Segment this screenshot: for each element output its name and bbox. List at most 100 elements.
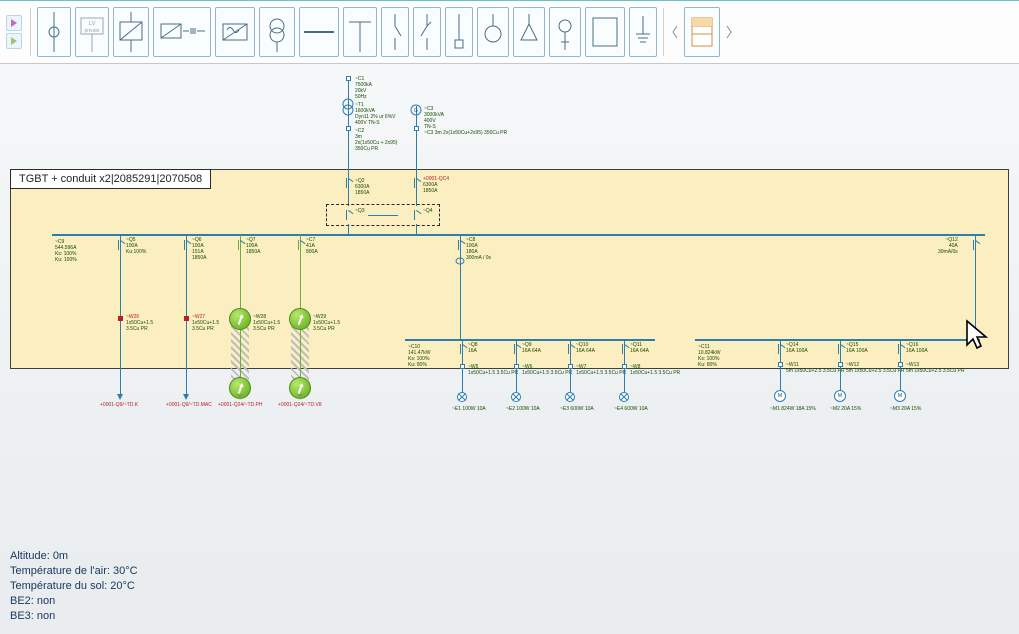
status-altitude: Altitude: 0m [10,549,138,564]
c9r-text: ~Q12 40A 30mA/0s [938,237,958,255]
rk2m: ~M3 20A 15% [890,406,921,412]
palette-toolbar: LVprivate [0,0,1019,64]
wire [348,168,349,206]
lamp-icon [457,392,467,402]
pal-panel[interactable] [684,7,720,57]
wire [460,235,461,339]
svg-text:G: G [414,108,418,114]
status-be3: BE3: non [10,609,138,624]
pal-switch-open[interactable] [381,7,409,57]
pal-bus-h[interactable] [299,7,339,57]
rk0c: ~W11 5m 1x50Cu+2.5 3.5Cu PR [786,362,845,374]
motor-icon: M [894,390,906,402]
q3-text: ~Q3 [355,208,365,214]
arrow-down-icon [117,394,123,400]
breaker-icon [898,344,904,354]
scroll-left-icon[interactable] [670,12,680,52]
status-panel: Altitude: 0m Température de l'air: 30°C … [10,549,138,624]
diagram-canvas[interactable]: ~C1 7500kA 20kV 50Hz ~T1 1600kVA Dyn11 2… [0,64,1019,634]
pin-icon[interactable] [229,308,251,330]
breaker-icon [622,344,628,354]
breaker-icon [778,344,784,354]
pin-icon[interactable] [289,308,311,330]
breaker-icon [184,240,190,250]
w26-text: 1x50Cu+1.5 3.5Cu PR [126,320,153,332]
pal-star[interactable] [549,7,581,57]
rcd-icon [455,256,465,266]
cable-node [118,316,123,321]
pal-src-node[interactable] [37,7,71,57]
busbar-right [395,234,985,236]
pal-bus-drop[interactable] [343,7,377,57]
rk1c: ~W12 5m 1x50Cu+2.5 3.5Cu PR [846,362,905,374]
pal-tx1[interactable] [113,7,149,57]
q2-text: ~Q2 6300A 1850A [355,178,369,196]
source-symbol [346,76,351,81]
nav-buttons [6,15,22,49]
breaker-icon [838,344,844,354]
dest3: +0001-Q24/~TD.V8 [278,402,322,408]
app-root: LVprivate ~C1 7500kA 20kV 50Hz ~T1 1600k… [0,0,1019,634]
c7-text: ~C7 41A 800A [306,237,318,255]
dest2: +0001-Q24/~TD.PH [218,402,262,408]
gen-icon: G [410,104,422,116]
cable-node [184,316,189,321]
node [778,362,783,367]
pal-switch-closed[interactable] [413,7,441,57]
ck3c: ~W8 1x50Cu+1.5 3.5Cu PR [630,364,680,376]
breaker-icon [460,344,466,354]
separator [30,8,31,56]
pal-tx2w[interactable] [215,7,255,57]
q5-text: ~Q5 100A Ku:100% [126,237,146,255]
arrow-down-icon [297,394,303,400]
scroll-right-icon[interactable] [724,12,734,52]
node [460,364,465,369]
breaker-icon [514,344,520,354]
breaker-icon [346,178,352,188]
node [898,362,903,367]
nav-play-button[interactable] [6,15,22,31]
pal-lv-source[interactable]: LVprivate [75,7,109,57]
c8-text: ~C8 100A 180A 300mA / 0s [466,237,491,261]
node-icon [414,126,419,131]
node [514,364,519,369]
wire [975,235,976,339]
ck3l: ~E4 600W 10A [614,406,648,412]
dest1: +0001-Q9/~TD.MAC [166,402,212,408]
wire [416,168,417,206]
pal-tx-busbar[interactable] [153,7,211,57]
node-icon [346,126,351,131]
ck0l: ~E1 100W 10A [452,406,486,412]
breaker-icon [458,240,464,250]
node [622,364,627,369]
ck2q: ~Q10 16A 64A [576,342,595,354]
motor-icon: M [774,390,786,402]
w29-text: ~W29 1x50Cu+1.5 3.5Cu PR [313,314,340,332]
pal-load[interactable] [477,7,509,57]
pal-tx-circles[interactable] [259,7,295,57]
busL-text: ~C9 544.596A Ks: 100% Ku: 100% [55,239,77,263]
svg-text:private: private [84,28,99,34]
src-c3b-text: ~C3 3m 2x(1x50Cu+2x95) 350Cu PR [424,130,507,136]
ck3q: ~Q11 16A 64A [630,342,649,354]
rk1m: ~M2 20A 15% [830,406,861,412]
wire [348,78,349,168]
q6-text: ~Q6 100A 151A 1850A [192,237,206,261]
pal-feeder[interactable] [445,7,473,57]
qc4b-text: 6300A 1850A [423,182,437,194]
arrow-down-icon [183,394,189,400]
node [568,364,573,369]
breaker-icon [973,240,979,250]
breaker-icon [118,240,124,250]
pal-earth[interactable] [629,7,657,57]
nav-play2-button[interactable] [6,33,22,49]
ck1q: ~Q9 16A 64A [522,342,541,354]
pal-board[interactable] [585,7,625,57]
breaker-icon [238,240,244,250]
src-c1-text: ~C1 7500kA 20kV 50Hz [355,76,372,100]
src-tx-text: ~T1 1600kVA Dyn11 2% ur 6%V 400V TN-S [355,102,395,126]
busbar-left [52,234,395,236]
src-c2-text: ~C2 3m 2x(1x50Cu + 2x95) 350Cu PR [355,128,397,152]
pal-delta[interactable] [513,7,545,57]
transformer-icon [341,98,355,118]
